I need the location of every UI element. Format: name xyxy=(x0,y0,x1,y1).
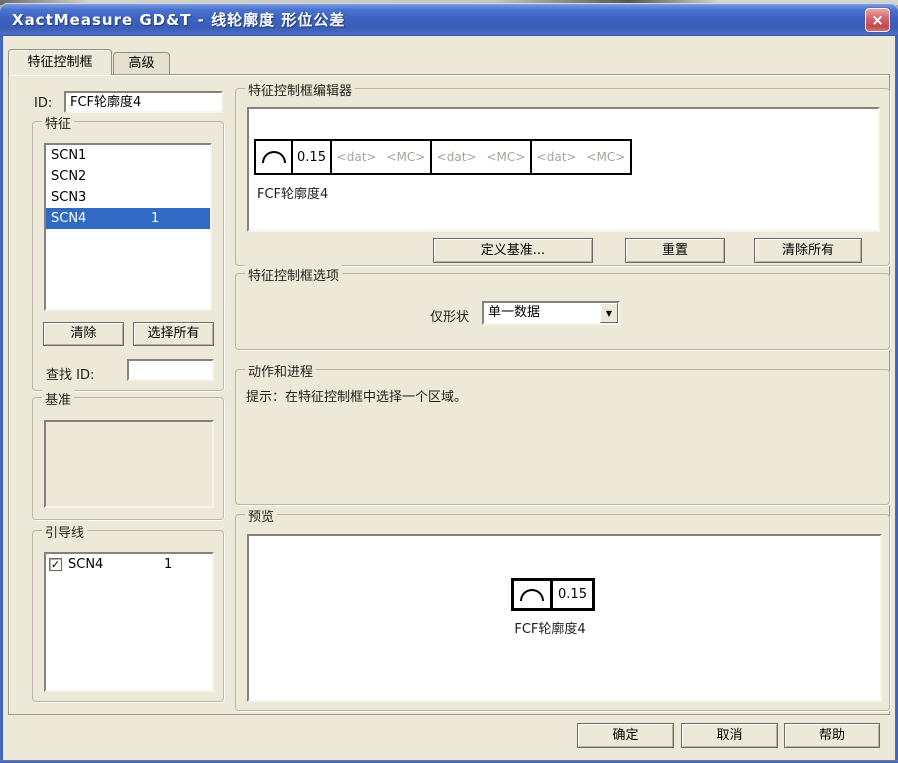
id-label: ID: xyxy=(34,96,52,111)
fcf-options-title: 特征控制框选项 xyxy=(245,265,342,284)
form-only-label: 仅形状 xyxy=(430,306,469,325)
find-id-input[interactable] xyxy=(127,359,214,381)
list-item[interactable]: SCN1 xyxy=(46,145,210,166)
cancel-button[interactable]: 取消 xyxy=(681,723,778,748)
preview-canvas: 0.15 FCF轮廓度4 xyxy=(247,534,882,702)
leader-group-title: 引导线 xyxy=(42,522,87,541)
dialog-client-area: 特征控制框 高级 ID: FCF轮廓度4 特征 SCN1 SCN2 xyxy=(3,36,895,760)
fcf-datum-cell-3[interactable]: <dat> <MC> xyxy=(532,141,630,173)
datum-group-title: 基准 xyxy=(42,389,74,408)
tip-text: 提示：在特征控制框中选择一个区域。 xyxy=(246,386,467,405)
clear-all-button[interactable]: 清除所有 xyxy=(754,238,862,263)
clear-button[interactable]: 清除 xyxy=(43,322,124,346)
window-title: XactMeasure GD&T - 线轮廓度 形位公差 xyxy=(0,9,345,30)
define-datum-button[interactable]: 定义基准... xyxy=(433,238,593,263)
form-only-dropdown[interactable]: 单一数据 ▼ xyxy=(482,301,620,325)
fcf-options-groupbox: 特征控制框选项 仅形状 单一数据 ▼ xyxy=(235,273,890,350)
preview-title: 预览 xyxy=(245,506,277,525)
fcf-datum-cell-2[interactable]: <dat> <MC> xyxy=(432,141,532,173)
tab-page: ID: FCF轮廓度4 特征 SCN1 SCN2 SCN3 xyxy=(8,74,890,715)
features-list[interactable]: SCN1 SCN2 SCN3 SCN4 1 xyxy=(44,143,212,311)
help-button[interactable]: 帮助 xyxy=(784,723,880,748)
leader-line-groupbox: 引导线 ✓ SCN4 1 xyxy=(32,530,224,702)
tab-feature-control-frame[interactable]: 特征控制框 xyxy=(8,49,112,75)
leader-list-item[interactable]: ✓ SCN4 1 xyxy=(46,554,212,575)
reset-button[interactable]: 重置 xyxy=(625,238,725,263)
list-item[interactable]: SCN3 xyxy=(46,187,210,208)
list-item-selected[interactable]: SCN4 1 xyxy=(46,208,210,229)
fcf-name-label: FCF轮廓度4 xyxy=(257,183,328,202)
fcf-editor-title: 特征控制框编辑器 xyxy=(245,80,355,99)
features-group-title: 特征 xyxy=(42,113,74,132)
preview-groupbox: 预览 0.15 FCF轮廓度4 xyxy=(235,514,890,711)
preview-fcf: 0.15 xyxy=(511,578,595,611)
profile-of-line-icon xyxy=(262,151,286,163)
list-item[interactable]: SCN2 xyxy=(46,166,210,187)
tab-advanced[interactable]: 高级 xyxy=(113,52,170,75)
datum-groupbox: 基准 xyxy=(32,397,224,520)
fcf-symbol-cell[interactable] xyxy=(256,141,293,173)
datum-list[interactable] xyxy=(44,420,214,508)
fcf-tolerance-cell[interactable]: 0.15 xyxy=(293,141,332,173)
ok-button[interactable]: 确定 xyxy=(577,723,674,748)
checkbox-checked-icon[interactable]: ✓ xyxy=(49,558,62,571)
leader-line-list[interactable]: ✓ SCN4 1 xyxy=(44,552,214,692)
dropdown-value: 单一数据 xyxy=(484,304,600,322)
fcf-editor-groupbox: 特征控制框编辑器 0.15 <dat> <MC> <dat> < xyxy=(235,88,890,266)
preview-symbol-cell xyxy=(514,581,553,608)
profile-of-line-icon xyxy=(520,589,544,601)
actions-title: 动作和进程 xyxy=(245,361,316,380)
xactmeasure-gdt-dialog: XactMeasure GD&T - 线轮廓度 形位公差 × 特征控制框 高级 … xyxy=(0,0,898,763)
fcf-editor-canvas[interactable]: 0.15 <dat> <MC> <dat> <MC> <dat> <MC> xyxy=(247,107,880,232)
fcf-strip: 0.15 <dat> <MC> <dat> <MC> <dat> <MC> xyxy=(254,139,632,175)
fcf-datum-cell-1[interactable]: <dat> <MC> xyxy=(332,141,432,173)
close-icon[interactable]: × xyxy=(865,8,890,32)
find-id-label: 查找 ID: xyxy=(46,364,94,383)
titlebar[interactable]: XactMeasure GD&T - 线轮廓度 形位公差 × xyxy=(0,3,898,36)
actions-groupbox: 动作和进程 提示：在特征控制框中选择一个区域。 xyxy=(235,369,890,505)
select-all-button[interactable]: 选择所有 xyxy=(133,322,214,346)
chevron-down-icon[interactable]: ▼ xyxy=(600,303,618,323)
id-input[interactable]: FCF轮廓度4 xyxy=(64,91,223,113)
preview-tolerance-cell: 0.15 xyxy=(553,581,592,608)
features-groupbox: 特征 SCN1 SCN2 SCN3 SCN4 xyxy=(32,121,224,391)
preview-fcf-label: FCF轮廓度4 xyxy=(507,618,593,637)
